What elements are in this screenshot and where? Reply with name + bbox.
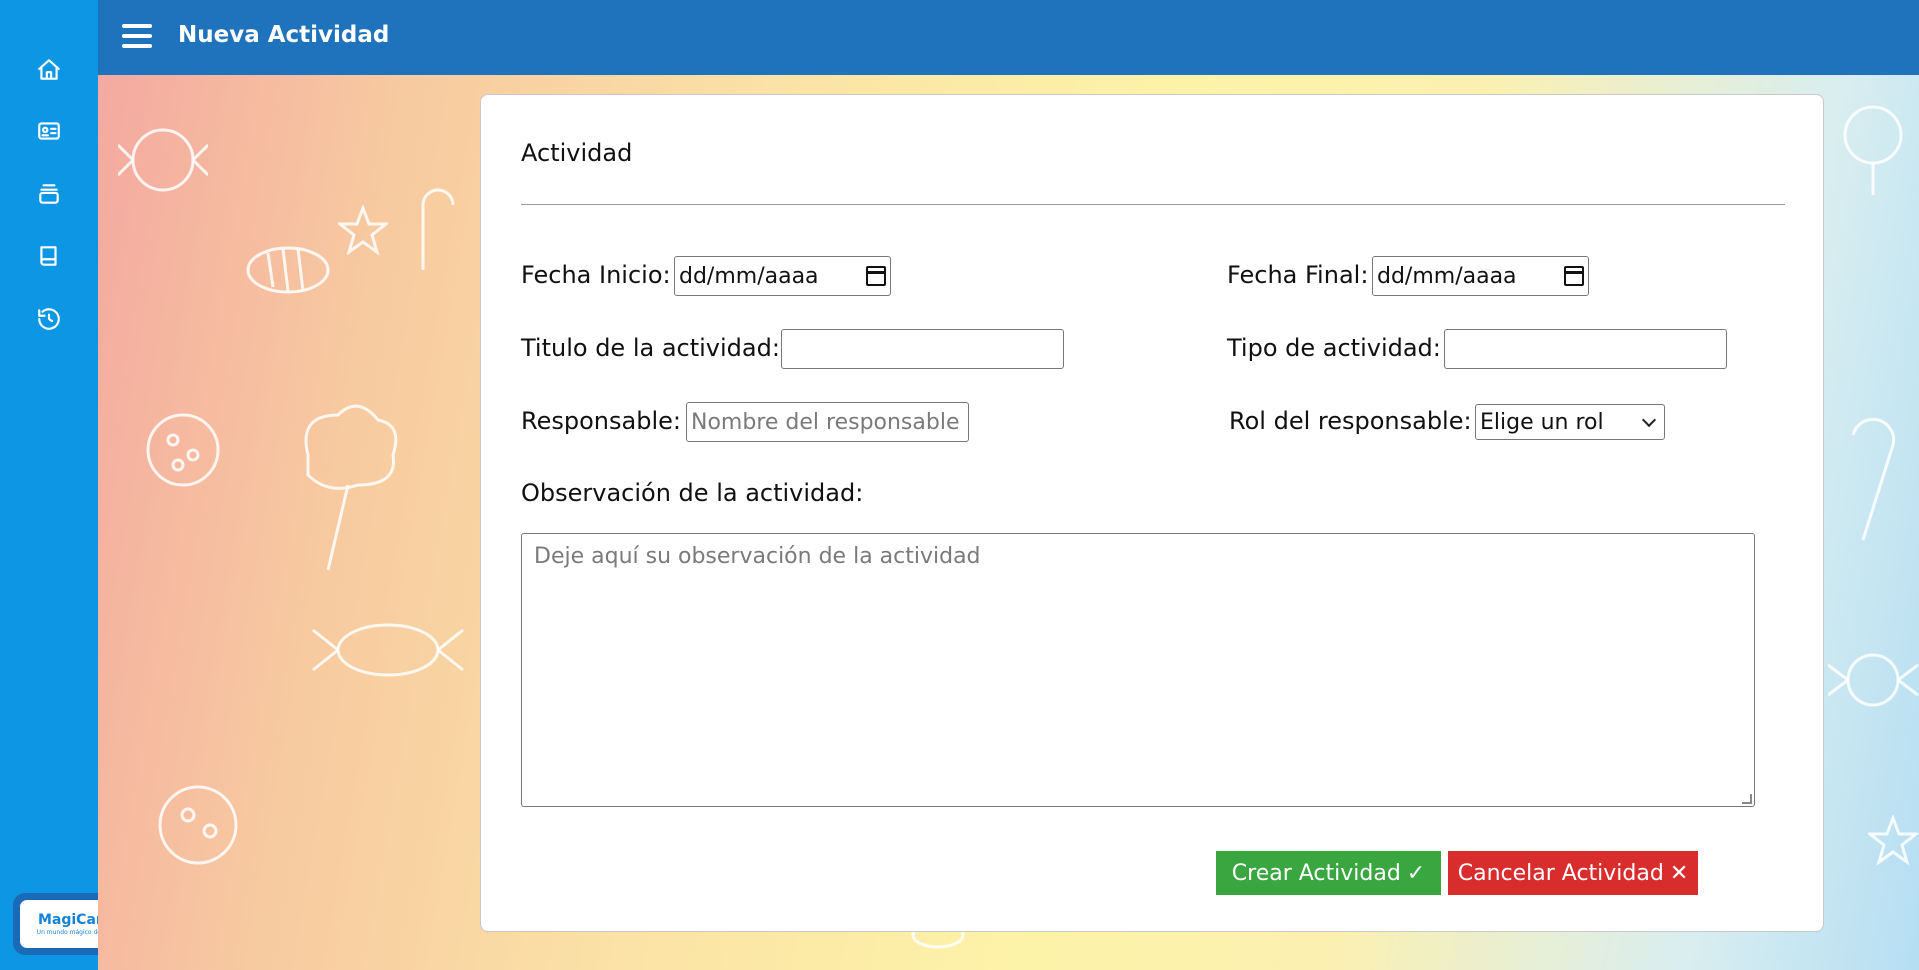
rol-select[interactable]: Elige un rol	[1475, 404, 1665, 440]
tipo-label: Tipo de actividad:	[1227, 334, 1441, 362]
fecha-final-label: Fecha Final:	[1227, 261, 1369, 289]
chevron-down-icon	[1641, 412, 1657, 427]
fecha-final-input[interactable]: dd/mm/aaaa	[1372, 256, 1589, 296]
page-title: Nueva Actividad	[178, 22, 390, 48]
rol-label: Rol del responsable:	[1229, 407, 1472, 435]
fecha-final-value: dd/mm/aaaa	[1377, 263, 1517, 289]
activity-form-card: Actividad Fecha Inicio: dd/mm/aaaa Fecha…	[480, 94, 1824, 932]
history-icon[interactable]	[33, 303, 65, 335]
candy-decoration	[312, 623, 464, 677]
divider	[521, 204, 1785, 205]
stack-icon[interactable]	[33, 178, 65, 210]
section-title: Actividad	[521, 139, 633, 167]
rol-selected-value: Elige un rol	[1480, 409, 1604, 435]
star-decoration	[338, 205, 388, 255]
fecha-inicio-value: dd/mm/aaaa	[679, 263, 819, 289]
close-icon: ✕	[1669, 860, 1689, 886]
cotton-candy-decoration	[304, 404, 398, 571]
observacion-textarea[interactable]: Deje aquí su observación de la actividad	[521, 533, 1755, 807]
hamburger-menu-icon[interactable]	[122, 24, 152, 48]
responsable-label: Responsable:	[521, 407, 681, 435]
calendar-icon[interactable]	[866, 266, 886, 286]
cancelar-actividad-button[interactable]: Cancelar Actividad ✕	[1448, 851, 1698, 895]
id-card-icon[interactable]	[33, 115, 65, 147]
observacion-placeholder: Deje aquí su observación de la actividad	[534, 544, 981, 569]
crear-actividad-label: Crear Actividad	[1231, 860, 1401, 886]
fecha-inicio-label: Fecha Inicio:	[521, 261, 671, 289]
candy-decoration	[246, 246, 330, 294]
candy-cane-decoration	[421, 188, 455, 270]
candy-decoration	[118, 128, 208, 192]
titulo-label: Titulo de la actividad:	[521, 334, 780, 362]
resize-handle-icon[interactable]	[1742, 794, 1752, 804]
candy-decoration	[1828, 653, 1918, 707]
book-icon[interactable]	[33, 240, 65, 272]
titulo-input[interactable]	[781, 329, 1064, 369]
lollipop-decoration	[146, 413, 220, 487]
top-header: Nueva Actividad	[98, 0, 1919, 75]
fecha-inicio-input[interactable]: dd/mm/aaaa	[674, 256, 891, 296]
crear-actividad-button[interactable]: Crear Actividad ✓	[1216, 851, 1441, 895]
tipo-input[interactable]	[1444, 329, 1727, 369]
sidebar: MagiCandy Un mundo mágico de sabores	[0, 0, 150, 970]
candy-cane-decoration	[1851, 417, 1896, 541]
cancelar-actividad-label: Cancelar Actividad	[1457, 860, 1664, 886]
home-icon[interactable]	[33, 54, 65, 86]
observacion-label: Observación de la actividad:	[521, 479, 864, 507]
responsable-input[interactable]: Nombre del responsable	[686, 402, 969, 442]
check-icon: ✓	[1406, 860, 1426, 886]
calendar-icon[interactable]	[1564, 266, 1584, 286]
candy-decoration	[158, 785, 238, 865]
star-decoration	[1868, 815, 1918, 865]
lollipop-decoration	[1843, 105, 1903, 195]
